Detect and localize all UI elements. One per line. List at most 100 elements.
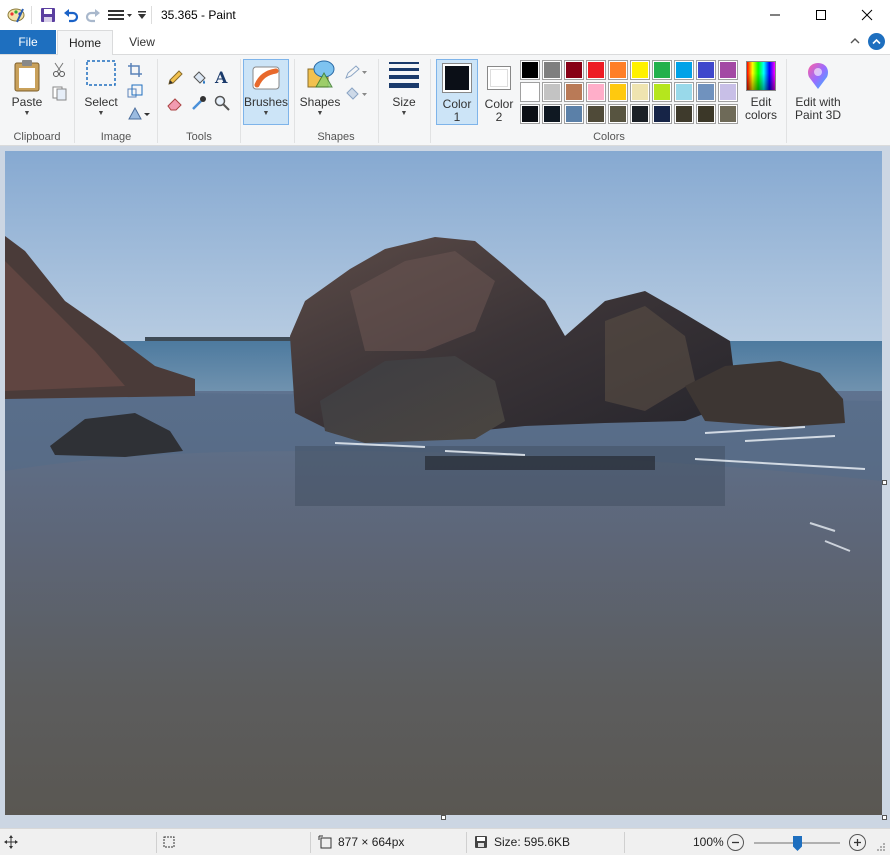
size-lines-icon	[389, 62, 419, 88]
paint3d-icon	[808, 63, 828, 89]
palette-swatch[interactable]	[542, 104, 562, 124]
select-button[interactable]: Select ▼	[80, 59, 122, 125]
zoom-slider-thumb[interactable]	[793, 836, 802, 851]
ribbon-separator	[294, 59, 295, 143]
paint-app-icon[interactable]	[6, 5, 26, 25]
pencil-icon[interactable]	[166, 69, 184, 87]
palette-swatch[interactable]	[586, 60, 606, 80]
zoom-slider[interactable]	[754, 836, 840, 851]
palette-swatch[interactable]	[520, 60, 540, 80]
text-icon[interactable]: A	[213, 68, 231, 86]
clipboard-icon	[14, 60, 40, 92]
edit-with-paint3d-button[interactable]: Edit with Paint 3D	[792, 59, 844, 125]
minimize-button[interactable]	[752, 0, 798, 30]
palette-swatch[interactable]	[718, 60, 738, 80]
image-dimensions: 877 × 664px	[318, 835, 404, 849]
collapse-ribbon-icon[interactable]	[848, 34, 862, 48]
color2-button[interactable]: Color 2	[480, 59, 518, 125]
tab-file[interactable]: File	[0, 30, 56, 54]
close-button[interactable]	[844, 0, 890, 30]
tools-group-label: Tools	[186, 131, 212, 143]
palette-swatch[interactable]	[696, 60, 716, 80]
maximize-button[interactable]	[798, 0, 844, 30]
tab-view[interactable]: View	[114, 30, 170, 54]
palette-swatch[interactable]	[608, 82, 628, 102]
copy-icon[interactable]	[50, 84, 68, 102]
palette-swatch[interactable]	[652, 60, 672, 80]
palette-swatch[interactable]	[586, 104, 606, 124]
zoom-in-button[interactable]	[849, 834, 866, 851]
color1-swatch	[442, 63, 472, 93]
selection-size-icon	[162, 835, 176, 849]
outline-icon[interactable]	[343, 63, 369, 81]
edit-colors-label-2: colors	[744, 108, 777, 122]
palette-swatch[interactable]	[674, 104, 694, 124]
palette-swatch[interactable]	[630, 104, 650, 124]
palette-swatch[interactable]	[718, 82, 738, 102]
paste-dropdown-icon: ▼	[23, 110, 31, 117]
palette-swatch[interactable]	[630, 60, 650, 80]
undo-icon[interactable]	[62, 5, 80, 25]
ribbon-separator	[240, 59, 241, 143]
magnifier-icon[interactable]	[213, 94, 231, 112]
paste-label: Paste	[11, 95, 43, 109]
quick-access-menu-icon[interactable]	[106, 5, 134, 25]
colors-group-label: Colors	[593, 131, 625, 143]
palette-swatch[interactable]	[520, 104, 540, 124]
palette-swatch[interactable]	[718, 104, 738, 124]
disk-icon	[475, 836, 487, 848]
redo-icon[interactable]	[84, 5, 102, 25]
palette-swatch[interactable]	[586, 82, 606, 102]
palette-swatch[interactable]	[652, 82, 672, 102]
resize-icon[interactable]	[126, 82, 144, 100]
color-picker-icon[interactable]	[190, 94, 208, 112]
color1-button[interactable]: Color 1	[436, 59, 478, 125]
canvas-workspace[interactable]	[0, 146, 890, 828]
palette-swatch[interactable]	[674, 82, 694, 102]
palette-swatch[interactable]	[608, 104, 628, 124]
palette-swatch[interactable]	[520, 82, 540, 102]
clipboard-group-label: Clipboard	[13, 131, 61, 143]
palette-swatch[interactable]	[542, 60, 562, 80]
cursor-position-icon	[4, 835, 18, 849]
rotate-icon[interactable]	[126, 104, 152, 122]
beach-painting-image[interactable]	[5, 151, 882, 815]
shapes-icon	[307, 60, 335, 88]
canvas-resize-handle-right[interactable]	[882, 480, 887, 485]
cut-icon[interactable]	[50, 61, 68, 79]
canvas-resize-handle-corner[interactable]	[882, 815, 887, 820]
fill-with-color-icon[interactable]	[190, 69, 208, 87]
tab-home[interactable]: Home	[57, 30, 113, 55]
palette-swatch[interactable]	[542, 82, 562, 102]
image-dimensions-icon	[318, 835, 332, 849]
palette-swatch[interactable]	[564, 104, 584, 124]
help-icon[interactable]	[868, 33, 885, 50]
size-button[interactable]: Size ▼	[384, 59, 424, 125]
paste-button[interactable]: Paste ▼	[6, 59, 48, 125]
shapes-dropdown-icon: ▼	[316, 110, 324, 117]
crop-icon[interactable]	[126, 61, 144, 79]
customize-quick-access-icon[interactable]	[136, 5, 148, 25]
brushes-button[interactable]: Brushes ▼	[243, 59, 289, 125]
zoom-out-button[interactable]	[727, 834, 744, 851]
save-icon[interactable]	[39, 5, 57, 25]
image-dimensions-text: 877 × 664px	[338, 835, 405, 849]
size-grip-icon[interactable]	[876, 841, 886, 851]
palette-swatch[interactable]	[652, 104, 672, 124]
shapes-label: Shapes	[299, 95, 341, 109]
palette-swatch[interactable]	[630, 82, 650, 102]
eraser-icon[interactable]	[166, 94, 184, 112]
drawing-canvas[interactable]	[5, 151, 882, 815]
canvas-resize-handle-bottom[interactable]	[441, 815, 446, 820]
palette-swatch[interactable]	[674, 60, 694, 80]
palette-swatch[interactable]	[696, 82, 716, 102]
fill-icon[interactable]	[343, 85, 369, 103]
file-size: Size: 595.6KB	[474, 835, 570, 849]
palette-swatch[interactable]	[696, 104, 716, 124]
palette-swatch[interactable]	[608, 60, 628, 80]
palette-swatch[interactable]	[564, 60, 584, 80]
edit-colors-button[interactable]: Edit colors	[740, 59, 782, 125]
palette-swatch[interactable]	[564, 82, 584, 102]
shapes-group-label: Shapes	[317, 131, 355, 143]
shapes-button[interactable]: Shapes ▼	[299, 59, 341, 125]
